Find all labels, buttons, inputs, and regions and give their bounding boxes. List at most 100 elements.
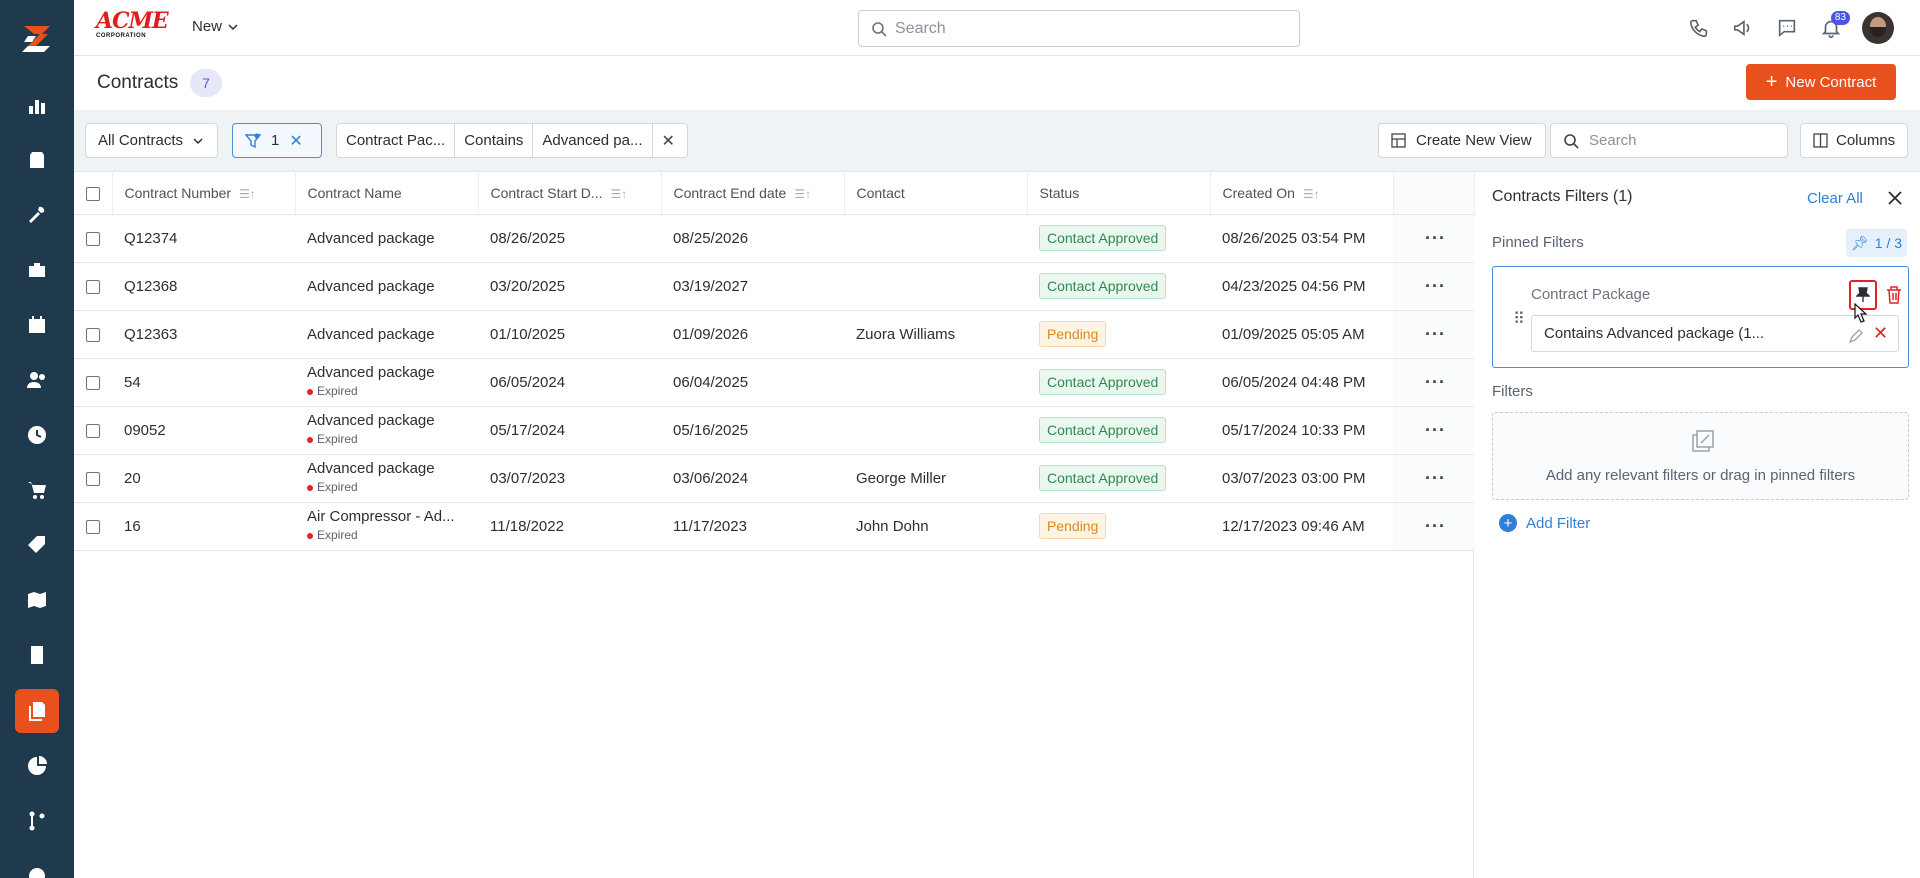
user-avatar[interactable] bbox=[1862, 12, 1894, 44]
pinned-filter-card[interactable]: ⠿ Contract Package Contains Advanced pac… bbox=[1492, 266, 1909, 368]
company-logo[interactable]: ACME CORPORATION bbox=[96, 10, 169, 42]
contract-contact[interactable]: George Miller bbox=[844, 454, 1027, 503]
rail-reports[interactable] bbox=[15, 744, 59, 788]
close-icon[interactable] bbox=[1887, 190, 1903, 206]
contract-contact[interactable]: Zuora Williams bbox=[844, 310, 1027, 359]
more-actions-icon[interactable]: ··· bbox=[1425, 228, 1446, 248]
table-row[interactable]: Q12363 Advanced package 01/10/2025 01/09… bbox=[74, 310, 1474, 359]
contract-contact[interactable] bbox=[844, 214, 1027, 263]
rail-calendar[interactable] bbox=[15, 303, 59, 347]
header-start-date[interactable]: Contract Start D... ☰↑ bbox=[478, 172, 662, 215]
contract-name[interactable]: Advanced package bbox=[307, 412, 478, 429]
trash-icon[interactable] bbox=[1885, 285, 1903, 305]
more-actions-icon[interactable]: ··· bbox=[1425, 276, 1446, 296]
table-row[interactable]: 16 Air Compressor - Ad... Expired 11/18/2… bbox=[74, 502, 1474, 551]
view-select[interactable]: All Contracts bbox=[85, 123, 218, 158]
new-contract-button[interactable]: + New Contract bbox=[1746, 64, 1896, 100]
table-row[interactable]: 20 Advanced package Expired 03/07/2023 03… bbox=[74, 454, 1474, 503]
contract-name[interactable]: Advanced package bbox=[307, 364, 478, 381]
notifications-button[interactable]: 83 bbox=[1818, 11, 1850, 41]
contract-number[interactable]: 54 bbox=[112, 358, 295, 407]
rail-store[interactable] bbox=[15, 468, 59, 512]
row-checkbox[interactable] bbox=[86, 423, 100, 438]
rail-pricing[interactable] bbox=[15, 523, 59, 567]
sort-icon[interactable]: ☰↑ bbox=[1303, 187, 1320, 201]
sort-icon[interactable]: ☰↑ bbox=[611, 187, 628, 201]
rail-jobs[interactable] bbox=[15, 248, 59, 292]
table-row[interactable]: 54 Advanced package Expired 06/05/2024 06… bbox=[74, 358, 1474, 407]
contract-number[interactable]: 20 bbox=[112, 454, 295, 503]
phone-button[interactable] bbox=[1686, 15, 1712, 41]
rail-workflows[interactable] bbox=[15, 799, 59, 843]
header-contract-number[interactable]: Contract Number ☰↑ bbox=[112, 172, 296, 215]
more-actions-icon[interactable]: ··· bbox=[1425, 372, 1446, 392]
header-status[interactable]: Status bbox=[1027, 172, 1211, 215]
contract-name[interactable]: Advanced package bbox=[307, 460, 478, 477]
drag-handle-icon[interactable]: ⠿ bbox=[1513, 309, 1525, 329]
create-new-view-button[interactable]: Create New View bbox=[1378, 123, 1546, 158]
contract-number[interactable]: Q12368 bbox=[112, 262, 295, 311]
contract-number[interactable]: 09052 bbox=[112, 406, 295, 455]
table-search-input[interactable]: Search bbox=[1550, 123, 1788, 158]
more-actions-icon[interactable]: ··· bbox=[1425, 324, 1446, 344]
columns-button[interactable]: Columns bbox=[1800, 123, 1908, 158]
clear-all-link[interactable]: Clear All bbox=[1807, 190, 1863, 207]
contract-name[interactable]: Advanced package bbox=[307, 230, 435, 247]
rail-timesheets[interactable] bbox=[15, 413, 59, 457]
row-checkbox[interactable] bbox=[86, 279, 100, 294]
row-checkbox[interactable] bbox=[86, 519, 100, 534]
rail-dashboard[interactable] bbox=[15, 84, 59, 128]
more-actions-icon[interactable]: ··· bbox=[1425, 420, 1446, 440]
edit-icon[interactable] bbox=[1848, 328, 1864, 344]
row-checkbox[interactable] bbox=[86, 471, 100, 486]
header-contact[interactable]: Contact bbox=[844, 172, 1028, 215]
contract-contact[interactable] bbox=[844, 406, 1027, 455]
rail-invoices[interactable] bbox=[15, 633, 59, 677]
logo-icon[interactable] bbox=[14, 18, 58, 62]
announcements-button[interactable] bbox=[1730, 15, 1756, 41]
select-all-checkbox[interactable] bbox=[86, 186, 100, 201]
row-checkbox[interactable] bbox=[86, 375, 100, 390]
header-created-on[interactable]: Created On ☰↑ bbox=[1210, 172, 1394, 215]
remove-filter-chip-icon[interactable]: ✕ bbox=[653, 124, 684, 157]
sort-icon[interactable]: ☰↑ bbox=[794, 187, 811, 201]
table-row[interactable]: Q12374 Advanced package 08/26/2025 08/25… bbox=[74, 214, 1474, 263]
row-checkbox[interactable] bbox=[86, 327, 100, 342]
contract-number[interactable]: Q12374 bbox=[112, 214, 295, 263]
contract-number[interactable]: Q12363 bbox=[112, 310, 295, 359]
contract-name[interactable]: Air Compressor - Ad... bbox=[307, 508, 478, 525]
add-filter-button[interactable]: + Add Filter bbox=[1499, 514, 1590, 532]
header-contract-name[interactable]: Contract Name bbox=[295, 172, 479, 215]
filter-chip[interactable]: Contract Pac... Contains Advanced pa... … bbox=[336, 123, 688, 158]
more-actions-icon[interactable]: ··· bbox=[1425, 468, 1446, 488]
messages-button[interactable] bbox=[1774, 15, 1800, 41]
sort-icon[interactable]: ☰↑ bbox=[239, 187, 256, 201]
contract-number[interactable]: 16 bbox=[112, 502, 295, 551]
active-filters-button[interactable]: 1 ✕ bbox=[232, 123, 322, 158]
rail-settings[interactable] bbox=[15, 854, 59, 878]
filter-chip-value[interactable]: Advanced pa... bbox=[533, 124, 653, 157]
rail-work-orders[interactable] bbox=[15, 138, 59, 182]
pinned-filter-value[interactable]: Contains Advanced package (1... ✕ bbox=[1531, 315, 1899, 352]
new-menu-button[interactable]: New bbox=[192, 18, 238, 35]
filter-chip-field[interactable]: Contract Pac... bbox=[337, 124, 456, 157]
rail-map[interactable] bbox=[15, 578, 59, 622]
more-actions-icon[interactable]: ··· bbox=[1425, 516, 1446, 536]
contract-contact[interactable]: John Dohn bbox=[844, 502, 1027, 551]
contract-contact[interactable] bbox=[844, 262, 1027, 311]
rail-contracts[interactable] bbox=[15, 689, 59, 733]
table-row[interactable]: Q12368 Advanced package 03/20/2025 03/19… bbox=[74, 262, 1474, 311]
remove-value-icon[interactable]: ✕ bbox=[1873, 324, 1888, 342]
filters-dropzone[interactable]: Add any relevant filters or drag in pinn… bbox=[1492, 412, 1909, 500]
contract-name[interactable]: Advanced package bbox=[307, 278, 435, 295]
rail-customers[interactable] bbox=[15, 358, 59, 402]
global-search-input[interactable]: Search bbox=[858, 10, 1300, 47]
table-row[interactable]: 09052 Advanced package Expired 05/17/2024… bbox=[74, 406, 1474, 455]
contract-name[interactable]: Advanced package bbox=[307, 326, 435, 343]
header-end-date[interactable]: Contract End date ☰↑ bbox=[661, 172, 845, 215]
clear-filters-icon[interactable]: ✕ bbox=[289, 131, 302, 151]
filter-chip-operator[interactable]: Contains bbox=[455, 124, 534, 157]
row-checkbox[interactable] bbox=[86, 231, 100, 246]
rail-tools[interactable] bbox=[15, 193, 59, 237]
contract-contact[interactable] bbox=[844, 358, 1027, 407]
